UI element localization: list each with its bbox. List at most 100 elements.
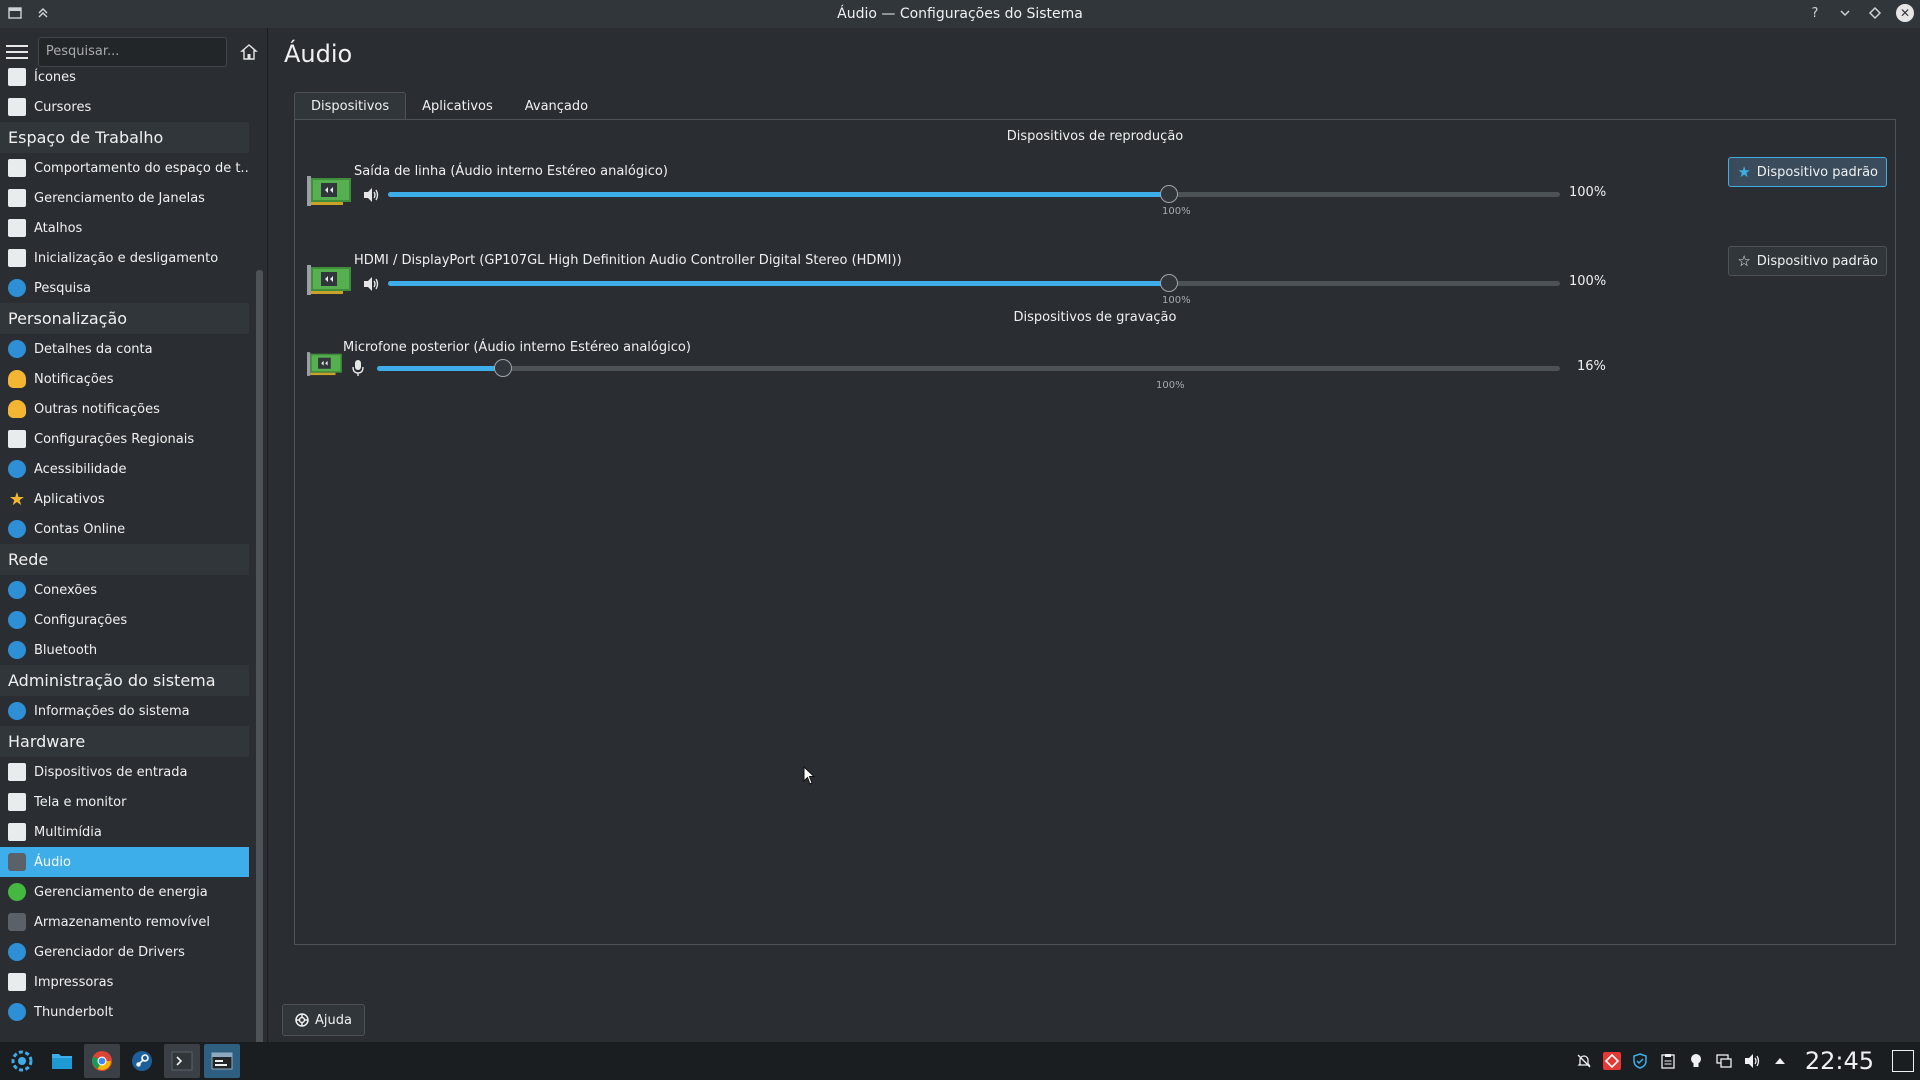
terminal-icon[interactable] <box>164 1044 200 1078</box>
app-menu-icon[interactable] <box>6 4 24 22</box>
app-launcher-icon[interactable] <box>4 1044 40 1078</box>
file-manager-icon[interactable] <box>44 1044 80 1078</box>
sidebar-item[interactable]: Tela e monitor <box>0 787 249 817</box>
sidebar-item[interactable]: Bluetooth <box>0 635 249 665</box>
sidebar-item-label: Tela e monitor <box>34 794 127 810</box>
sidebar-item[interactable]: Notificações <box>0 364 249 394</box>
sidebar-item[interactable]: Configurações <box>0 605 249 635</box>
mic-volume-slider[interactable] <box>377 359 1560 377</box>
tray-expand-icon[interactable] <box>1771 1052 1789 1070</box>
show-desktop-button[interactable] <box>1892 1050 1914 1072</box>
sidebar-item[interactable]: Detalhes da conta <box>0 334 249 364</box>
mic-volume-value: 16% <box>1577 359 1606 374</box>
lifebuoy-icon <box>295 1013 309 1027</box>
printer-icon <box>8 973 26 991</box>
tab-dispositivos[interactable]: Dispositivos <box>294 92 407 120</box>
sidebar-item-label: Conexões <box>34 582 98 598</box>
sidebar-category: Administração do sistema <box>0 665 249 696</box>
system-settings-icon[interactable] <box>204 1044 240 1078</box>
sidebar-item[interactable]: Acessibilidade <box>0 454 249 484</box>
playback-device: Saída de linha (Áudio interno Estéreo an… <box>307 157 1887 244</box>
volume-slider[interactable] <box>388 185 1560 203</box>
speaker-icon[interactable] <box>361 185 381 205</box>
hamburger-menu-icon[interactable] <box>6 41 28 63</box>
help-button[interactable]: Ajuda <box>282 1004 365 1036</box>
sidebar-item[interactable]: Informações do sistema <box>0 696 249 726</box>
taskbar: 22:45 <box>0 1042 1920 1080</box>
sidebar-item[interactable]: Thunderbolt <box>0 997 249 1027</box>
sidebar-item[interactable]: Armazenamento removível <box>0 907 249 937</box>
anydesk-icon[interactable] <box>1602 1052 1621 1070</box>
sidebar-item[interactable]: Áudio <box>0 847 249 877</box>
sidebar-item[interactable]: Inicialização e desligamento <box>0 243 249 273</box>
maximize-icon[interactable] <box>1866 4 1884 22</box>
sidebar-item[interactable]: Multimídia <box>0 817 249 847</box>
driver-icon <box>8 943 26 961</box>
regional-icon <box>8 430 26 448</box>
clipboard-icon[interactable] <box>1659 1052 1677 1070</box>
sidebar-item[interactable]: Atalhos <box>0 213 249 243</box>
sidebar-item-label: Contas Online <box>34 521 126 537</box>
sidebar-item[interactable]: Dispositivos de entrada <box>0 757 249 787</box>
cursor-icon <box>8 98 26 116</box>
speaker-icon[interactable] <box>361 274 381 294</box>
lightbulb-icon[interactable] <box>1687 1052 1705 1070</box>
network-icon[interactable] <box>1715 1052 1733 1070</box>
microphone-icon[interactable] <box>348 358 368 378</box>
volume-value: 100% <box>1569 274 1607 289</box>
sidebar-item[interactable]: Cursores <box>0 92 249 122</box>
shield-icon[interactable] <box>1631 1052 1649 1070</box>
sidebar-category: Personalização <box>0 303 249 334</box>
default-device-button[interactable]: ☆ Dispositivo padrão <box>1728 246 1887 276</box>
minimize-icon[interactable] <box>1836 4 1854 22</box>
close-icon[interactable]: ✕ <box>1896 4 1914 22</box>
clock[interactable]: 22:45 <box>1805 1047 1874 1075</box>
help-icon[interactable]: ? <box>1806 4 1824 22</box>
volume-tray-icon[interactable] <box>1743 1052 1761 1070</box>
star-outline-icon: ☆ <box>1737 252 1751 270</box>
volume-slider-handle[interactable] <box>1160 185 1179 203</box>
sidebar-item-label: Outras notificações <box>34 401 160 417</box>
sidebar-item[interactable]: Gerenciador de Drivers <box>0 937 249 967</box>
sidebar: Ícones Cursores Espaço de Trabalho Comporta… <box>0 28 268 1060</box>
home-icon[interactable] <box>237 40 261 64</box>
sidebar-item-label: Notificações <box>34 371 114 387</box>
sidebar-item[interactable]: Gerenciamento de energia <box>0 877 249 907</box>
volume-slider-handle[interactable] <box>1160 274 1179 292</box>
steam-icon[interactable] <box>124 1044 160 1078</box>
sidebar-item[interactable]: Gerenciamento de Janelas <box>0 183 249 213</box>
sidebar-item-label: Gerenciamento de energia <box>34 884 208 900</box>
sidebar-item-label: Cursores <box>34 99 92 115</box>
sidebar-item-label: Armazenamento removível <box>34 914 211 930</box>
sidebar-item[interactable]: Configurações Regionais <box>0 424 249 454</box>
sidebar-category: Hardware <box>0 726 249 757</box>
tab-avancado[interactable]: Avançado <box>509 92 604 120</box>
startup-icon <box>8 249 26 267</box>
user-icon <box>8 340 26 358</box>
sidebar-item-label: Dispositivos de entrada <box>34 764 188 780</box>
recording-section-title: Dispositivos de gravação <box>1013 310 1177 325</box>
sound-card-icon <box>307 265 351 295</box>
sidebar-item[interactable]: Impressoras <box>0 967 249 997</box>
sidebar-item[interactable]: Pesquisa <box>0 273 249 303</box>
sidebar-item[interactable]: Conexões <box>0 575 249 605</box>
sidebar-item[interactable]: Comportamento do espaço de t... <box>0 153 249 183</box>
sidebar-item[interactable]: Ícones <box>0 62 249 92</box>
sidebar-scrollbar[interactable] <box>256 270 263 1060</box>
sidebar-item[interactable]: Contas Online <box>0 514 249 544</box>
sidebar-item[interactable]: Outras notificações <box>0 394 249 424</box>
sidebar-item-label: Acessibilidade <box>34 461 127 477</box>
notifications-off-icon[interactable] <box>1575 1052 1593 1070</box>
sidebar-item[interactable]: ★ Aplicativos <box>0 484 249 514</box>
volume-slider[interactable] <box>388 274 1560 292</box>
keep-above-icon[interactable] <box>34 4 52 22</box>
thunderbolt-icon <box>8 1003 26 1021</box>
help-label: Ajuda <box>315 1012 352 1028</box>
default-device-button[interactable]: ★ Dispositivo padrão <box>1728 157 1887 187</box>
mic-volume-slider-handle[interactable] <box>494 359 513 377</box>
icons-icon <box>8 68 26 86</box>
chrome-icon[interactable] <box>84 1044 120 1078</box>
device-name: HDMI / DisplayPort (GP107GL High Definit… <box>354 253 902 268</box>
tab-aplicativos[interactable]: Aplicativos <box>406 92 509 120</box>
multimedia-icon <box>8 823 26 841</box>
